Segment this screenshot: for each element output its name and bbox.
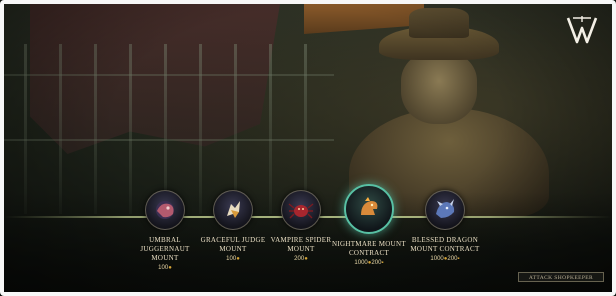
mount-price: 100● (158, 265, 172, 271)
mount-name: Vampire Spider Mount (270, 236, 332, 253)
coin-icon: ● (236, 256, 240, 262)
mount-price: 1000●200▪ (354, 260, 384, 266)
nightmare-mount-icon (361, 197, 378, 215)
currency-icon: ▪ (381, 260, 384, 266)
mount-price: 1000●200▪ (430, 256, 460, 262)
mount-name: Blessed Dragon Mount Contract (410, 236, 480, 253)
mount-item[interactable]: Umbral Juggernaut Mount 100● (126, 190, 204, 272)
mount-name: Umbral Juggernaut Mount (140, 236, 190, 262)
mount-name: Graceful Judge Mount (200, 236, 266, 253)
mount-icon-frame[interactable] (344, 184, 394, 234)
attack-shopkeeper-button[interactable]: Attack Shopkeeper (518, 272, 604, 282)
mount-icon-frame[interactable] (425, 190, 465, 230)
mount-icon-frame[interactable] (145, 190, 185, 230)
mount-item[interactable]: Vampire Spider Mount 200● (262, 190, 340, 263)
mount-price: 200● (294, 256, 308, 262)
shopkeeper[interactable] (339, 8, 559, 218)
judge-mount-icon (227, 201, 240, 218)
dragon-mount-icon (436, 199, 455, 218)
mount-name: Nightmare Mount Contract (332, 240, 406, 257)
mount-item[interactable]: Graceful Judge Mount 100● (194, 190, 272, 263)
game-screen: Umbral Juggernaut Mount 100● Graceful Ju… (0, 0, 616, 296)
mount-item[interactable]: Blessed Dragon Mount Contract 1000●200▪ (406, 190, 484, 263)
mount-price: 100● (226, 256, 240, 262)
mount-icon-frame[interactable] (213, 190, 253, 230)
cage-bars (4, 44, 334, 214)
coin-icon: ● (304, 256, 308, 262)
mount-item-selected[interactable]: Nightmare Mount Contract 1000●200▪ (330, 184, 408, 267)
coin-icon: ● (168, 265, 172, 271)
spider-mount-icon (288, 203, 314, 219)
mount-icon-frame[interactable] (281, 190, 321, 230)
currency-icon: ▪ (457, 256, 460, 262)
mount-list: Umbral Juggernaut Mount 100● Graceful Ju… (140, 184, 484, 290)
juggernaut-mount-icon (156, 201, 174, 219)
game-logo-icon (564, 12, 600, 48)
